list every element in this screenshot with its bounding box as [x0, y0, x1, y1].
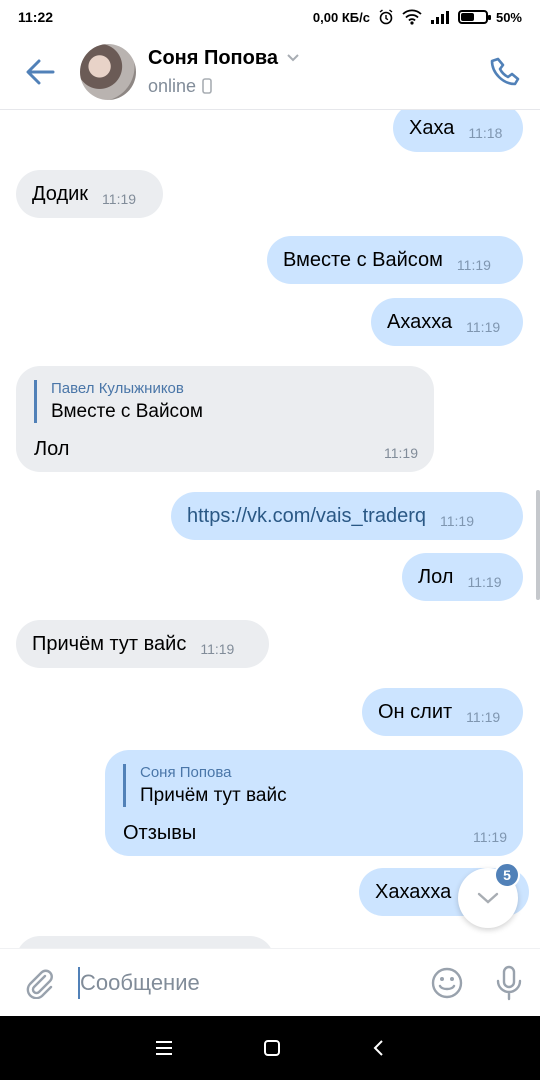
- system-nav-bar: [0, 1016, 540, 1080]
- reply-author: Соня Попова: [140, 764, 232, 781]
- signal-icon: [430, 11, 449, 24]
- call-button[interactable]: [470, 34, 540, 110]
- contact-name: Соня Попова: [148, 46, 279, 69]
- message-composer: Сообщение: [0, 948, 540, 1016]
- message-time: 11:19: [456, 257, 491, 273]
- message-text: Додик: [32, 182, 89, 205]
- message-outgoing[interactable]: Ахахха 11:19: [371, 298, 523, 346]
- microphone-icon: [496, 965, 522, 1000]
- reply-text: Причём тут вайс: [140, 785, 287, 806]
- message-time: 11:19: [467, 574, 502, 590]
- message-incoming-reply[interactable]: Павел Кулыжников Вместе с Вайсом Лол 11:…: [16, 366, 434, 472]
- message-outgoing[interactable]: https://vk.com/vais_traderq 11:19: [171, 492, 523, 540]
- attach-button[interactable]: [0, 949, 78, 1017]
- message-text: Вместе с Вайсом: [283, 248, 443, 271]
- message-text: Хаха: [409, 116, 455, 139]
- message-incoming[interactable]: Причём тут вайс 11:19: [16, 620, 269, 668]
- message-outgoing[interactable]: Вместе с Вайсом 11:19: [267, 236, 523, 284]
- chevron-down-icon: [477, 892, 499, 904]
- arrow-left-icon: [26, 59, 55, 84]
- emoji-button[interactable]: [416, 949, 478, 1017]
- menu-icon[interactable]: [155, 1040, 173, 1056]
- battery-fill: [460, 13, 474, 21]
- reply-author: Павел Кулыжников: [51, 380, 184, 397]
- message-text: Отзывы: [123, 822, 197, 844]
- message-incoming-partial[interactable]: [16, 936, 274, 948]
- message-time: 11:19: [439, 513, 474, 529]
- unread-count-badge: 5: [494, 862, 520, 888]
- alarm-icon: [379, 9, 393, 25]
- mobile-icon: [202, 78, 212, 94]
- message-time: 11:19: [473, 829, 507, 845]
- message-input[interactable]: Сообщение: [78, 949, 416, 1017]
- message-outgoing[interactable]: Он слит 11:19: [362, 688, 523, 736]
- network-speed: 0,00 КБ/с: [312, 9, 370, 25]
- message-text: Хахахха: [375, 880, 452, 903]
- message-time: 11:19: [102, 191, 137, 207]
- message-outgoing[interactable]: Лол 11:19: [402, 553, 523, 601]
- message-text: Лол: [418, 565, 454, 588]
- message-time: 11:18: [468, 125, 503, 141]
- message-time: 11:19: [466, 319, 501, 335]
- message-text: Ахахха: [387, 310, 453, 333]
- message-text: Причём тут вайс: [32, 632, 187, 655]
- status-bar: 11:22 0,00 КБ/с 50%: [0, 0, 540, 34]
- message-list[interactable]: Хаха 11:18 Додик 11:19 Вместе с Вайсом 1…: [0, 110, 540, 948]
- reply-quote[interactable]: Павел Кулыжников Вместе с Вайсом: [34, 380, 418, 423]
- back-nav-icon[interactable]: [371, 1039, 385, 1057]
- phone-icon: [490, 57, 520, 85]
- chat-header: Соня Попова online: [0, 34, 540, 110]
- scrollbar[interactable]: [536, 490, 540, 600]
- message-text: Он слит: [378, 700, 453, 723]
- status-time: 11:22: [18, 9, 54, 25]
- message-incoming[interactable]: Додик 11:19: [16, 170, 163, 218]
- back-button[interactable]: [0, 34, 80, 110]
- message-link[interactable]: https://vk.com/vais_traderq: [187, 505, 426, 528]
- message-outgoing-reply[interactable]: Соня Попова Причём тут вайс Отзывы 11:19: [105, 750, 523, 856]
- message-time: 11:19: [384, 445, 418, 461]
- avatar[interactable]: [80, 43, 136, 100]
- status-icons: 0,00 КБ/с 50%: [313, 9, 522, 25]
- smile-icon: [431, 967, 463, 998]
- message-outgoing[interactable]: Хаха 11:18: [393, 110, 523, 152]
- paperclip-icon: [26, 969, 53, 999]
- message-time: 11:19: [466, 709, 501, 725]
- reply-text: Вместе с Вайсом: [51, 401, 203, 422]
- reply-quote[interactable]: Соня Попова Причём тут вайс: [123, 764, 507, 807]
- home-icon[interactable]: [263, 1039, 281, 1057]
- contact-status: online: [148, 75, 197, 96]
- chevron-down-icon: [287, 54, 299, 62]
- wifi-icon: [402, 9, 422, 25]
- message-time: 11:19: [200, 641, 235, 657]
- voice-message-button[interactable]: [478, 949, 540, 1017]
- battery-percent: 50%: [495, 9, 522, 25]
- battery-icon: [457, 10, 491, 24]
- contact-info[interactable]: Соня Попова online: [148, 47, 470, 97]
- message-input-placeholder: Сообщение: [80, 969, 200, 995]
- message-text: Лол: [34, 438, 70, 460]
